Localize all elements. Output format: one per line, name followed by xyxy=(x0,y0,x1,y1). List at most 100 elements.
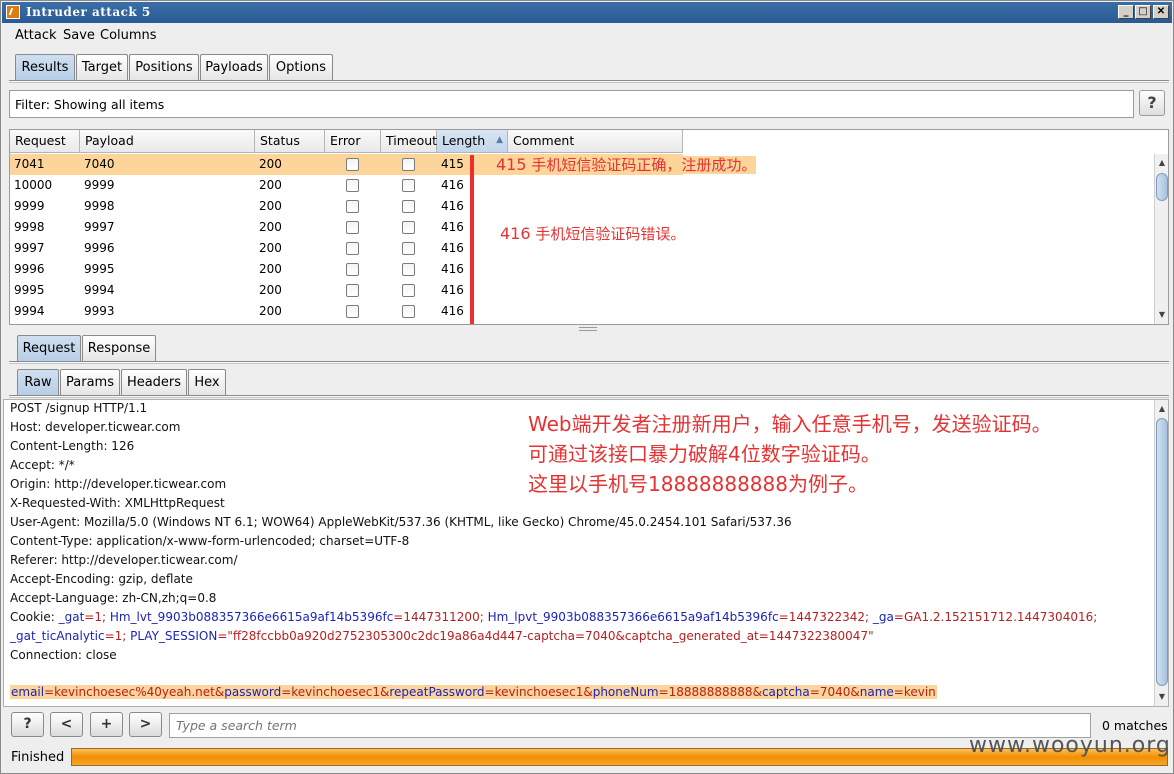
error-checkbox[interactable] xyxy=(346,242,359,255)
request-header-line: Accept-Encoding: gzip, deflate xyxy=(10,572,193,586)
tab-results[interactable]: Results xyxy=(15,54,75,81)
cookie-line-1: Cookie: _gat=1; Hm_lvt_9903b088357366e66… xyxy=(10,610,1097,624)
annotation-success-hl: 415 手机短信验证码正确，注册成功。 xyxy=(496,155,757,174)
tab-payloads[interactable]: Payloads xyxy=(200,54,268,81)
cell-request: 9997 xyxy=(14,241,45,255)
tab-raw[interactable]: Raw xyxy=(17,369,59,396)
error-checkbox[interactable] xyxy=(346,179,359,192)
tab-params[interactable]: Params xyxy=(60,369,120,396)
tab-hex[interactable]: Hex xyxy=(188,369,226,396)
column-payload[interactable]: Payload xyxy=(80,130,255,153)
table-row[interactable]: 9994 9993 200 416 xyxy=(10,301,683,322)
tab-request[interactable]: Request xyxy=(17,335,81,362)
error-checkbox[interactable] xyxy=(346,263,359,276)
cell-payload: 9998 xyxy=(84,199,115,213)
param-key: PLAY_SESSION xyxy=(130,629,218,643)
cookie-label: Cookie: xyxy=(10,610,59,624)
annotation-request-3: 这里以手机号18888888888为例子。 xyxy=(528,472,868,496)
cell-length: 416 xyxy=(441,199,464,213)
request-scroll-up-icon[interactable]: ▲ xyxy=(1155,402,1168,416)
annotation-request-1: Web端开发者注册新用户，输入任意手机号，发送验证码。 xyxy=(528,412,1052,436)
request-scrollbar[interactable]: ▲ ▼ xyxy=(1154,400,1168,706)
column-comment[interactable]: Comment xyxy=(508,130,683,153)
column-length[interactable]: Length ▲ xyxy=(437,130,508,153)
tab-headers[interactable]: Headers xyxy=(121,369,187,396)
search-add-button[interactable]: + xyxy=(90,712,123,737)
column-request[interactable]: Request xyxy=(10,130,80,153)
annotation-success-text: 手机短信验证码正确，注册成功。 xyxy=(526,156,757,174)
timeout-checkbox[interactable] xyxy=(402,284,415,297)
error-checkbox[interactable] xyxy=(346,221,359,234)
table-scrollbar[interactable]: ▲ ▼ xyxy=(1154,154,1168,324)
search-input[interactable] xyxy=(170,714,1090,737)
scroll-up-icon[interactable]: ▲ xyxy=(1155,156,1168,170)
timeout-checkbox[interactable] xyxy=(402,200,415,213)
search-previous-button[interactable]: < xyxy=(50,712,83,737)
pane-splitter[interactable] xyxy=(579,327,597,331)
param-key: _gat xyxy=(58,610,85,624)
error-checkbox[interactable] xyxy=(346,284,359,297)
cell-request: 9998 xyxy=(14,220,45,234)
menu-attack[interactable]: Attack xyxy=(15,28,57,43)
tab-target[interactable]: Target xyxy=(76,54,128,81)
cell-status: 200 xyxy=(259,199,282,213)
menu-save[interactable]: Save xyxy=(63,28,95,43)
minimize-button[interactable]: _ xyxy=(1118,5,1134,19)
cell-status: 200 xyxy=(259,283,282,297)
timeout-checkbox[interactable] xyxy=(402,158,415,171)
cell-payload: 9995 xyxy=(84,262,115,276)
request-header-line: X-Requested-With: XMLHttpRequest xyxy=(10,496,225,510)
help-button[interactable]: ? xyxy=(1139,90,1165,116)
param-key: captcha xyxy=(761,685,810,699)
param-value: =1447322342; xyxy=(778,610,873,624)
search-next-button[interactable]: > xyxy=(129,712,162,737)
tab-response[interactable]: Response xyxy=(82,335,156,362)
column-status[interactable]: Status xyxy=(255,130,325,153)
request-scroll-thumb[interactable] xyxy=(1156,418,1168,686)
timeout-checkbox[interactable] xyxy=(402,179,415,192)
timeout-checkbox[interactable] xyxy=(402,305,415,318)
table-scroll-thumb[interactable] xyxy=(1156,173,1168,201)
annotation-success: 415 手机短信验证码正确，注册成功。 xyxy=(496,154,757,175)
cell-request: 9995 xyxy=(14,283,45,297)
param-value: =1447311200; xyxy=(393,610,488,624)
tab-positions[interactable]: Positions xyxy=(129,54,199,81)
param-key: email xyxy=(11,685,45,699)
timeout-checkbox[interactable] xyxy=(402,263,415,276)
timeout-checkbox[interactable] xyxy=(402,242,415,255)
close-button[interactable]: ✕ xyxy=(1153,5,1169,19)
window-title: Intruder attack 5 xyxy=(26,5,151,19)
table-row[interactable]: 9999 9998 200 416 xyxy=(10,196,683,217)
table-row[interactable]: 9996 9995 200 416 xyxy=(10,259,683,280)
table-row[interactable]: 9995 9994 200 416 xyxy=(10,280,683,301)
column-length-label: Length xyxy=(442,133,486,148)
table-row[interactable]: 10000 9999 200 416 xyxy=(10,175,683,196)
timeout-checkbox[interactable] xyxy=(402,221,415,234)
search-help-button[interactable]: ? xyxy=(11,712,44,737)
param-value: =7040& xyxy=(809,685,860,699)
column-timeout[interactable]: Timeout xyxy=(381,130,437,153)
filter-text: Filter: Showing all items xyxy=(15,97,165,112)
menu-columns[interactable]: Columns xyxy=(100,28,157,43)
error-checkbox[interactable] xyxy=(346,305,359,318)
annotation-request-2: 可通过该接口暴力破解4位数字验证码。 xyxy=(528,442,881,466)
cookie-pairs-2: _gat_ticAnalytic=1; PLAY_SESSION="ff28fc… xyxy=(10,629,874,643)
maximize-button[interactable]: □ xyxy=(1135,5,1151,19)
param-value: =kevinchoesec1& xyxy=(281,685,390,699)
search-box xyxy=(169,713,1091,738)
tab-options[interactable]: Options xyxy=(269,54,333,81)
sort-ascending-icon: ▲ xyxy=(496,135,503,145)
filter-bar[interactable]: Filter: Showing all items xyxy=(9,90,1134,118)
request-scroll-down-icon[interactable]: ▼ xyxy=(1155,690,1168,704)
cookie-line-2: _gat_ticAnalytic=1; PLAY_SESSION="ff28fc… xyxy=(10,629,874,643)
error-checkbox[interactable] xyxy=(346,200,359,213)
scroll-down-icon[interactable]: ▼ xyxy=(1155,308,1168,322)
column-error[interactable]: Error xyxy=(325,130,381,153)
cell-status: 200 xyxy=(259,178,282,192)
cell-length: 415 xyxy=(441,157,464,171)
param-key: repeatPassword xyxy=(389,685,485,699)
burp-app-icon xyxy=(6,5,20,19)
cell-payload: 7040 xyxy=(84,157,115,171)
raw-request-editor[interactable]: POST /signup HTTP/1.1 Host: developer.tic… xyxy=(3,399,1169,707)
error-checkbox[interactable] xyxy=(346,158,359,171)
